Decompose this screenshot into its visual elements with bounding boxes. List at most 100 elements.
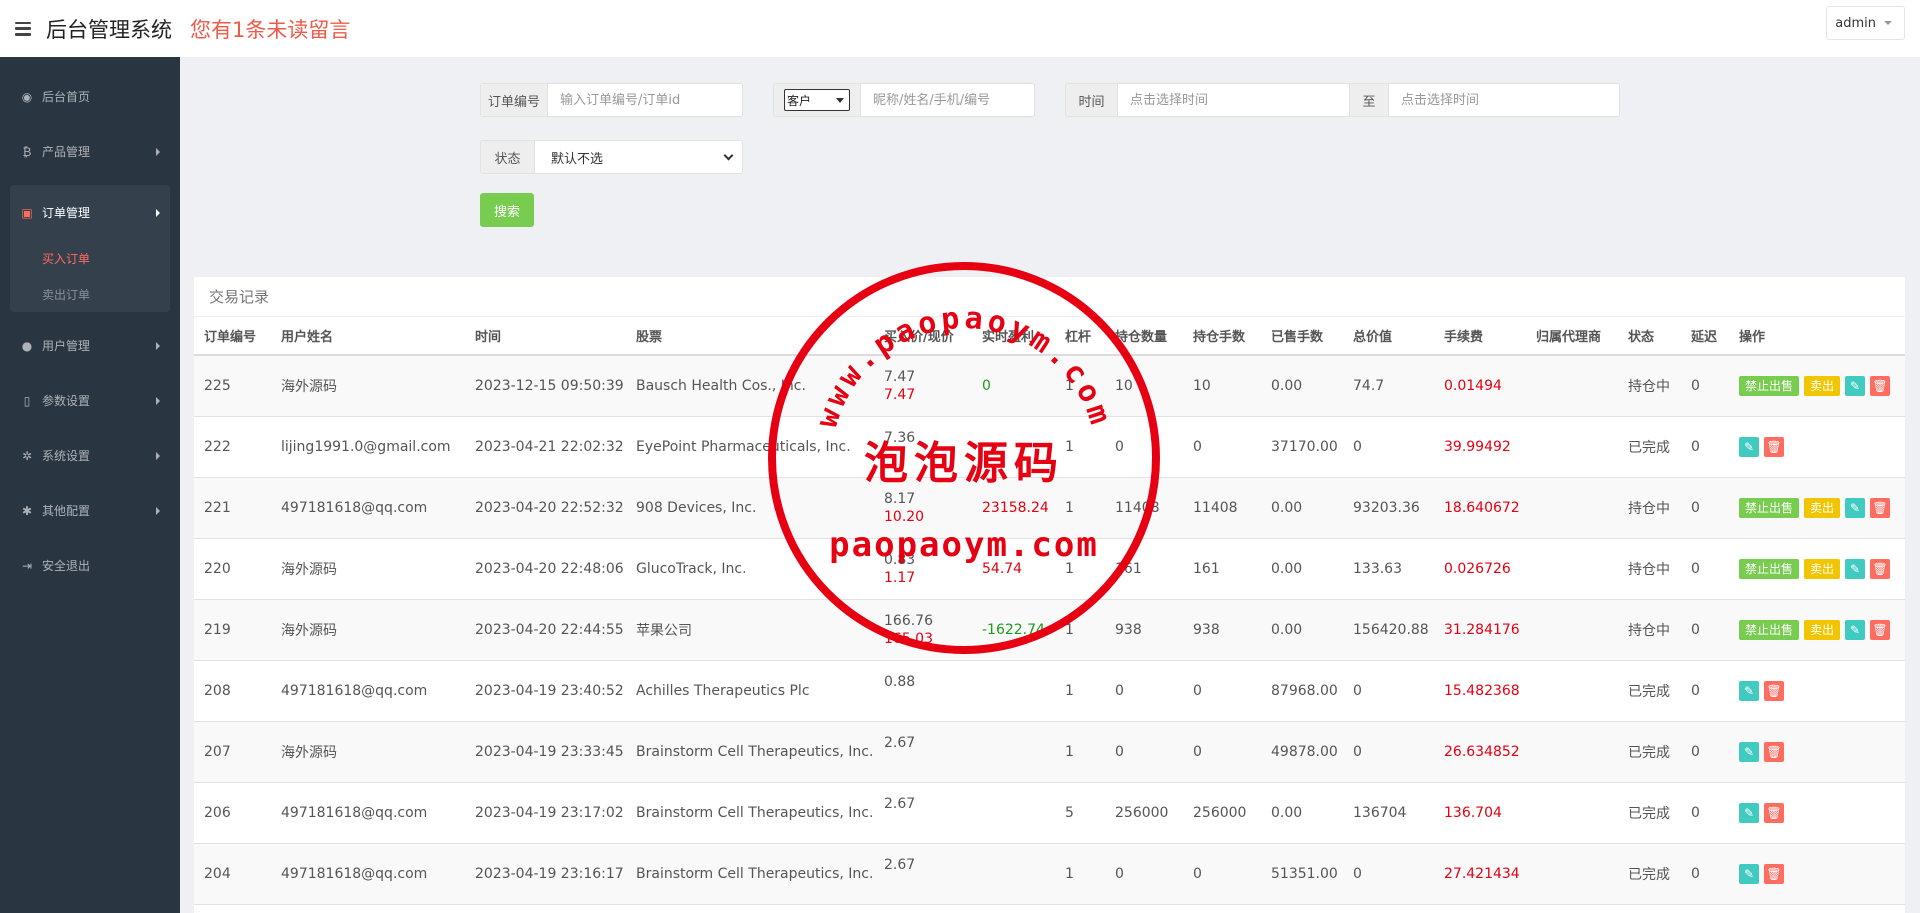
- cell-status: 持仓中: [1618, 538, 1681, 600]
- edit-pencil-icon[interactable]: ✎: [1845, 558, 1866, 579]
- search-button[interactable]: 搜索: [480, 193, 534, 227]
- customer-input[interactable]: [861, 84, 1034, 116]
- cell-profit: [972, 843, 1055, 905]
- sidebar-subitem-sell-orders[interactable]: 卖出订单: [10, 276, 170, 312]
- column-header: 订单编号: [194, 317, 271, 356]
- cell-status: 已完成: [1618, 843, 1681, 905]
- sidebar-item-users[interactable]: ● 用户管理: [0, 318, 180, 373]
- cell-user: 海外源码: [271, 355, 465, 417]
- table-row[interactable]: 208 497181618@qq.com 2023-04-19 23:40:52 Ac…: [194, 660, 1905, 722]
- sidebar-item-logout[interactable]: ⇥ 安全退出: [0, 538, 180, 593]
- column-header: 归属代理商: [1526, 317, 1618, 356]
- table-row[interactable]: 222 lijing1991.0@gmail.com 2023-04-21 22:0…: [194, 416, 1905, 478]
- cell-sold: 37170.00: [1261, 416, 1343, 478]
- delete-trash-icon[interactable]: 🗑: [1870, 375, 1891, 396]
- buy-price: 8.17: [884, 490, 916, 507]
- table-row[interactable]: 207 海外源码 2023-04-19 23:33:45 Brainstorm Cel…: [194, 721, 1905, 783]
- edit-pencil-icon[interactable]: ✎: [1739, 863, 1759, 884]
- sidebar-item-orders[interactable]: ▣ 订单管理: [10, 185, 170, 240]
- delete-trash-icon[interactable]: 🗑: [1764, 863, 1784, 884]
- time-end-input[interactable]: [1389, 84, 1619, 116]
- sell-button[interactable]: 卖出: [1804, 558, 1841, 579]
- column-header: 手续费: [1434, 317, 1526, 356]
- cell-stock: Brainstorm Cell Therapeutics, Inc.: [626, 843, 874, 905]
- cell-qty: 0: [1105, 843, 1183, 905]
- menu-toggle-icon[interactable]: [15, 21, 31, 36]
- edit-pencil-icon[interactable]: ✎: [1739, 741, 1759, 762]
- cell-lev: 1: [1055, 416, 1105, 478]
- user-dropdown[interactable]: admin: [1826, 6, 1905, 40]
- sell-button[interactable]: 卖出: [1804, 619, 1841, 640]
- chevron-down-icon: [723, 150, 734, 160]
- status-select[interactable]: 默认不选: [535, 141, 742, 173]
- customer-select[interactable]: 客户: [784, 89, 850, 111]
- cell-price: 2.67: [874, 843, 972, 905]
- cell-id: 208: [194, 660, 271, 722]
- cell-total: 93203.36: [1343, 477, 1434, 539]
- table-row[interactable]: 225 海外源码 2023-12-15 09:50:39 Bausch Health …: [194, 355, 1905, 417]
- stop-sell-button[interactable]: 禁止出售: [1739, 558, 1800, 579]
- cell-lev: 1: [1055, 355, 1105, 417]
- cell-hands: 0: [1183, 721, 1261, 783]
- edit-pencil-icon[interactable]: ✎: [1845, 497, 1866, 518]
- cell-stock: 908 Devices, Inc.: [626, 477, 874, 539]
- sidebar-item-params[interactable]: ▯ 参数设置: [0, 373, 180, 428]
- cell-actions: ✎ 🗑: [1729, 782, 1905, 844]
- cell-total: 0: [1343, 416, 1434, 478]
- sidebar-item-dashboard[interactable]: ◉ 后台首页: [0, 69, 180, 124]
- cell-fee: 31.284176: [1434, 599, 1526, 661]
- cell-fee: 136.704: [1434, 782, 1526, 844]
- sell-button[interactable]: 卖出: [1804, 375, 1841, 396]
- table-row[interactable]: 219 海外源码 2023-04-20 22:44:55 苹果公司 166.76 165.…: [194, 599, 1905, 661]
- table-row[interactable]: 220 海外源码 2023-04-20 22:48:06 GlucoTrack, In…: [194, 538, 1905, 600]
- cell-qty: 11408: [1105, 477, 1183, 539]
- cell-stock: EyePoint Pharmaceuticals, Inc.: [626, 416, 874, 478]
- delete-trash-icon[interactable]: 🗑: [1870, 497, 1891, 518]
- column-header: 时间: [465, 317, 626, 356]
- edit-pencil-icon[interactable]: ✎: [1739, 802, 1759, 823]
- delete-trash-icon[interactable]: 🗑: [1764, 680, 1784, 701]
- cell-price: 7.36: [874, 416, 972, 478]
- sidebar-item-products[interactable]: ₿ 产品管理: [0, 124, 180, 179]
- unread-notice[interactable]: 您有1条未读留言: [190, 14, 350, 44]
- cell-id: 219: [194, 599, 271, 661]
- cell-profit: -1622.74: [972, 599, 1055, 661]
- sidebar-item-system[interactable]: ✲ 系统设置: [0, 428, 180, 483]
- column-header: 状态: [1618, 317, 1681, 356]
- column-header: 操作: [1729, 317, 1905, 356]
- edit-pencil-icon[interactable]: ✎: [1845, 375, 1866, 396]
- time-start-input[interactable]: [1118, 84, 1349, 116]
- cell-qty: 0: [1105, 660, 1183, 722]
- delete-trash-icon[interactable]: 🗑: [1764, 802, 1784, 823]
- stop-sell-button[interactable]: 禁止出售: [1739, 497, 1800, 518]
- table-row[interactable]: 204 497181618@qq.com 2023-04-19 23:16:17 Br…: [194, 843, 1905, 905]
- time-end-filter: 至: [1349, 83, 1620, 117]
- delete-trash-icon[interactable]: 🗑: [1764, 436, 1784, 457]
- edit-pencil-icon[interactable]: ✎: [1739, 436, 1759, 457]
- cell-fee: 27.421434: [1434, 843, 1526, 905]
- sidebar-item-other[interactable]: ✱ 其他配置: [0, 483, 180, 538]
- stop-sell-button[interactable]: 禁止出售: [1739, 619, 1800, 640]
- column-header: 杠杆: [1055, 317, 1105, 356]
- edit-pencil-icon[interactable]: ✎: [1845, 619, 1866, 640]
- delete-trash-icon[interactable]: 🗑: [1870, 619, 1891, 640]
- column-header: 延迟: [1681, 317, 1729, 356]
- edit-pencil-icon[interactable]: ✎: [1739, 680, 1759, 701]
- cell-id: 222: [194, 416, 271, 478]
- cell-stock: Brainstorm Cell Therapeutics, Inc.: [626, 782, 874, 844]
- cell-lev: 1: [1055, 477, 1105, 539]
- table-row[interactable]: 221 497181618@qq.com 2023-04-20 22:52:32 90…: [194, 477, 1905, 539]
- delete-trash-icon[interactable]: 🗑: [1870, 558, 1891, 579]
- cell-time: 2023-04-20 22:48:06: [465, 538, 626, 600]
- cell-total: 156420.88: [1343, 599, 1434, 661]
- stop-sell-button[interactable]: 禁止出售: [1739, 375, 1800, 396]
- table-row[interactable]: 206 497181618@qq.com 2023-04-19 23:17:02 Br…: [194, 782, 1905, 844]
- cell-agent: [1526, 660, 1618, 722]
- sidebar-subitem-buy-orders[interactable]: 买入订单: [10, 240, 170, 276]
- sell-button[interactable]: 卖出: [1804, 497, 1841, 518]
- delete-trash-icon[interactable]: 🗑: [1764, 741, 1784, 762]
- sidebar-item-label: 产品管理: [42, 145, 91, 159]
- cell-time: 2023-12-15 09:50:39: [465, 355, 626, 417]
- buy-price: 2.67: [884, 856, 916, 873]
- order-no-input[interactable]: [548, 84, 742, 116]
